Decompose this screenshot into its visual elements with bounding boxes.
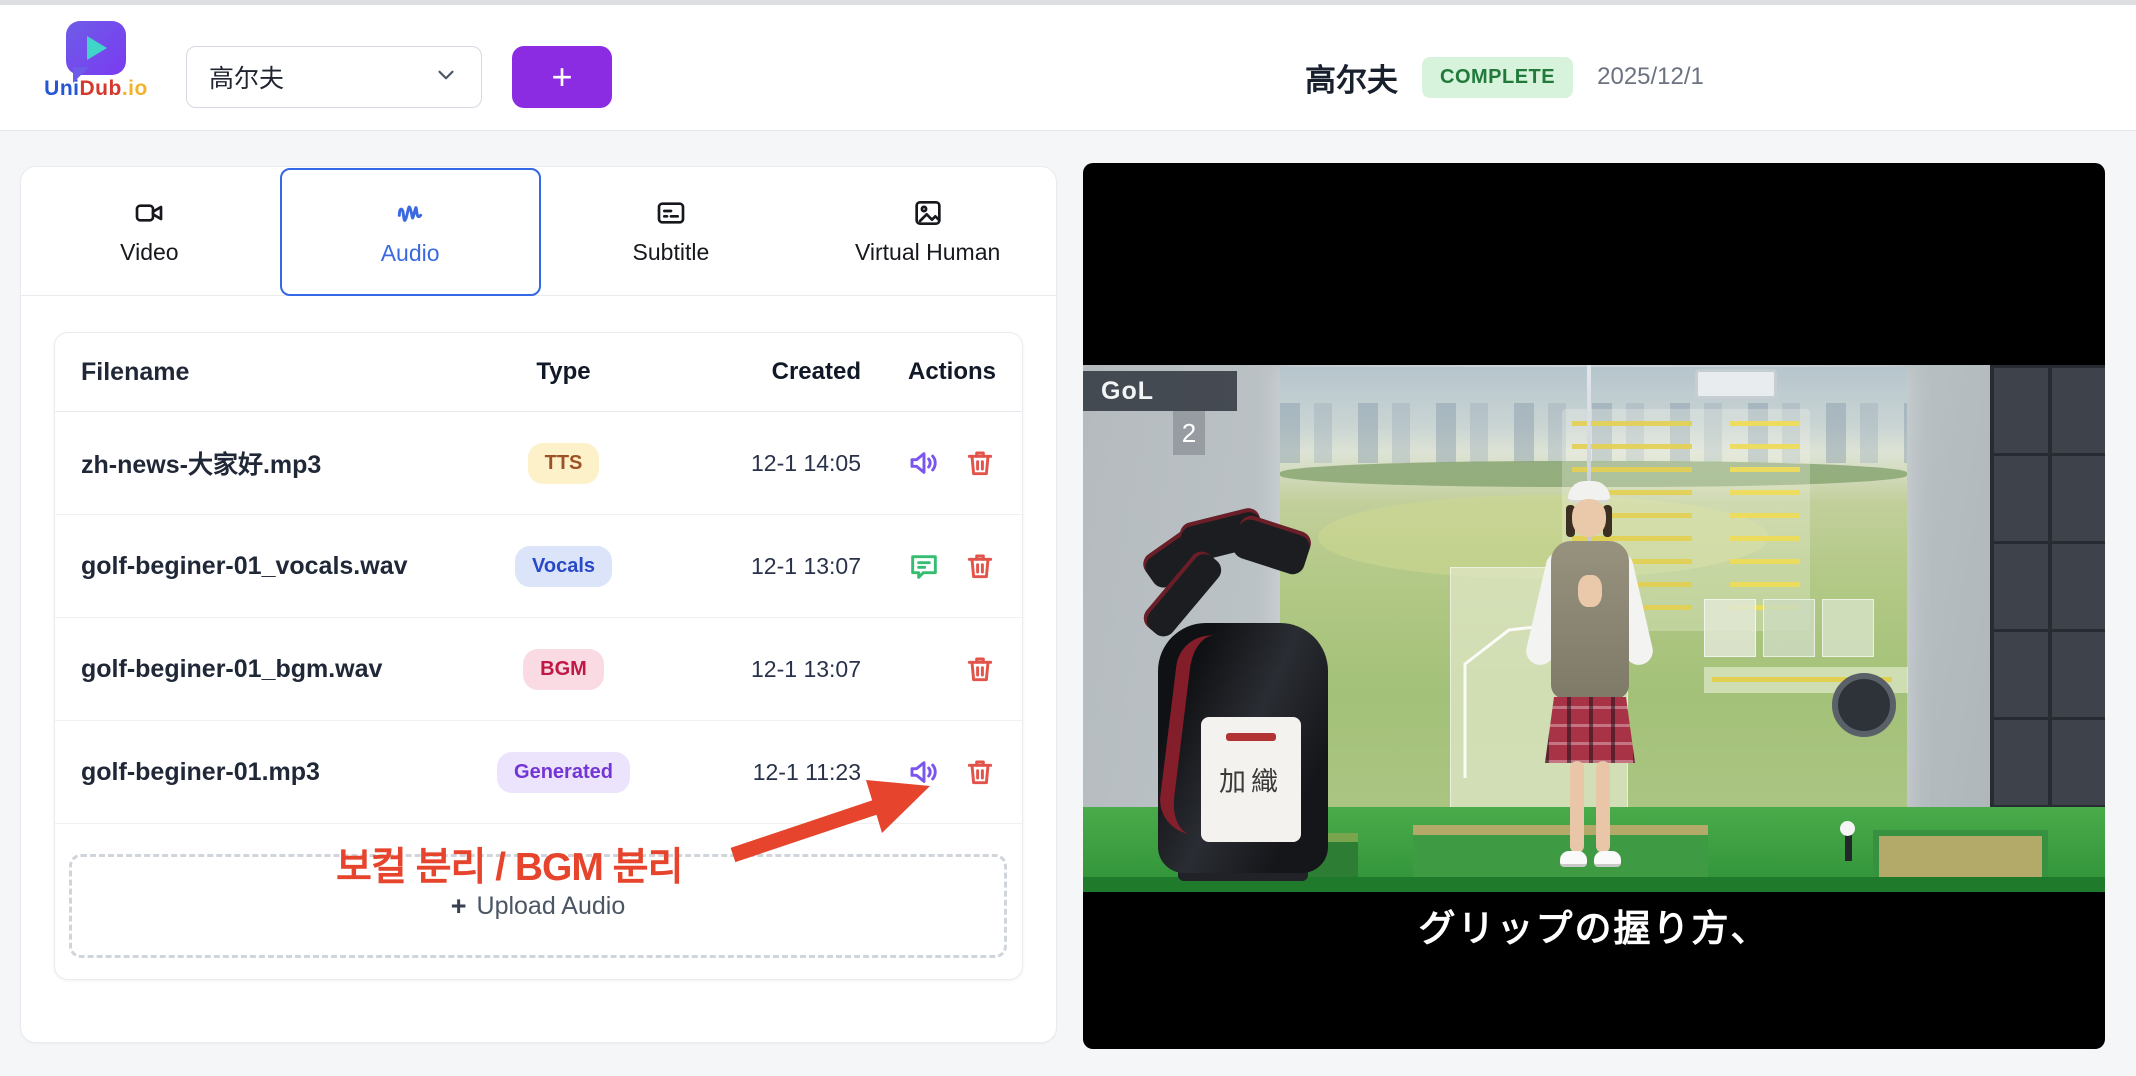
golfer-leg — [1570, 761, 1584, 853]
table-header: Filename Type Created Actions — [55, 333, 1022, 412]
trash-icon — [964, 550, 996, 582]
audio-waveform-icon — [394, 198, 426, 230]
transcript-bubble-icon — [908, 550, 940, 582]
brand-logo-icon — [66, 21, 126, 75]
brand-logo[interactable]: UniDub.io — [36, 19, 156, 123]
play-icon — [87, 36, 107, 60]
transcript-button[interactable] — [908, 550, 940, 582]
brand-wordmark: UniDub.io — [36, 77, 156, 101]
table-row: golf-beginer-01_bgm.wav BGM 12-1 13:07 — [55, 618, 1022, 721]
type-badge: Generated — [497, 752, 630, 793]
play-audio-button[interactable] — [908, 447, 940, 479]
app-header: UniDub.io 高尔夫 + 高尔夫 COMPLETE 2025/12/1 — [0, 5, 2136, 131]
delete-button[interactable] — [964, 550, 996, 582]
column-actions: Actions — [861, 358, 996, 386]
annotation-text: 보컬 분리 / BGM 분리 — [336, 836, 682, 892]
speaker-icon — [908, 447, 940, 479]
screen-thumbnail — [1704, 599, 1756, 657]
project-header-info: 高尔夫 COMPLETE 2025/12/1 — [1305, 49, 1704, 105]
chevron-down-icon — [433, 62, 459, 93]
golfer-plaid-skirt — [1545, 697, 1635, 763]
created-time: 12-1 14:05 — [656, 450, 861, 477]
golfer-face — [1572, 499, 1606, 537]
golfer-shoe — [1594, 851, 1621, 867]
tab-audio[interactable]: Audio — [280, 168, 541, 296]
video-scene: GoL 2 加織 — [1083, 365, 2105, 892]
plus-icon: + — [451, 891, 467, 922]
upload-audio-label: Upload Audio — [477, 892, 626, 921]
delete-button[interactable] — [964, 653, 996, 685]
virtual-human-icon — [912, 197, 944, 229]
trash-icon — [964, 447, 996, 479]
tab-virtual-human[interactable]: Virtual Human — [799, 167, 1056, 295]
trash-icon — [964, 756, 996, 788]
media-panel: Video Audio Subtitle Virtual Human Filen… — [20, 166, 1057, 1043]
filename: golf-beginer-01.mp3 — [81, 758, 471, 787]
screen-thumbnail — [1763, 599, 1815, 657]
golf-tee — [1845, 835, 1852, 861]
screen-thumbnail — [1822, 599, 1874, 657]
type-badge: Vocals — [515, 546, 612, 587]
video-subtitle: グリップの握り方、 — [1083, 898, 2105, 952]
screen-dial — [1832, 673, 1896, 737]
project-select-value: 高尔夫 — [209, 59, 433, 95]
brand-part-io: .io — [122, 77, 148, 100]
golfer-hands — [1578, 575, 1602, 607]
golfer-vest — [1551, 541, 1629, 699]
screen-top-window — [1695, 369, 1777, 399]
tab-virtual-human-label: Virtual Human — [855, 239, 1000, 266]
golf-bag-label: 加織 — [1201, 717, 1301, 842]
tab-audio-label: Audio — [381, 240, 440, 267]
column-created: Created — [656, 358, 861, 386]
media-tabbar: Video Audio Subtitle Virtual Human — [21, 167, 1056, 296]
brand-part-dub: Dub — [80, 77, 122, 100]
app-root: UniDub.io 高尔夫 + 高尔夫 COMPLETE 2025/12/1 V… — [0, 0, 2136, 1076]
table-row: zh-news-大家好.mp3 TTS 12-1 14:05 — [55, 412, 1022, 515]
delete-button[interactable] — [964, 447, 996, 479]
tab-video[interactable]: Video — [21, 167, 278, 295]
screen-thumbnails — [1704, 599, 1874, 657]
status-badge: COMPLETE — [1422, 57, 1573, 98]
delete-button[interactable] — [964, 756, 996, 788]
video-player[interactable]: GoL 2 加織 グリップの握り方、 — [1083, 163, 2105, 1049]
video-camera-icon — [133, 197, 165, 229]
project-date: 2025/12/1 — [1597, 63, 1704, 91]
filename: zh-news-大家好.mp3 — [81, 445, 471, 481]
subtitle-icon — [655, 197, 687, 229]
type-badge: BGM — [523, 649, 604, 690]
video-overlay-number: 2 — [1173, 411, 1205, 455]
project-select[interactable]: 高尔夫 — [186, 46, 482, 108]
golfer-shoe — [1560, 851, 1587, 867]
tab-video-label: Video — [120, 239, 178, 266]
filename: golf-beginer-01_bgm.wav — [81, 655, 471, 684]
stats-values — [1730, 421, 1800, 619]
tab-subtitle[interactable]: Subtitle — [543, 167, 800, 295]
video-overlay-logo: GoL — [1083, 371, 1237, 411]
column-filename: Filename — [81, 358, 471, 387]
filename: golf-beginer-01_vocals.wav — [81, 552, 471, 581]
golfer-leg — [1596, 761, 1610, 853]
column-type: Type — [471, 358, 656, 386]
created-time: 12-1 13:07 — [656, 656, 861, 683]
created-time: 12-1 13:07 — [656, 553, 861, 580]
type-badge: TTS — [528, 443, 600, 484]
annotation-arrow-icon — [723, 763, 948, 868]
tab-subtitle-label: Subtitle — [633, 239, 710, 266]
project-title: 高尔夫 — [1305, 55, 1398, 100]
add-project-button[interactable]: + — [512, 46, 612, 108]
golf-ball — [1840, 821, 1855, 836]
table-row: golf-beginer-01_vocals.wav Vocals 12-1 1… — [55, 515, 1022, 618]
trash-icon — [964, 653, 996, 685]
